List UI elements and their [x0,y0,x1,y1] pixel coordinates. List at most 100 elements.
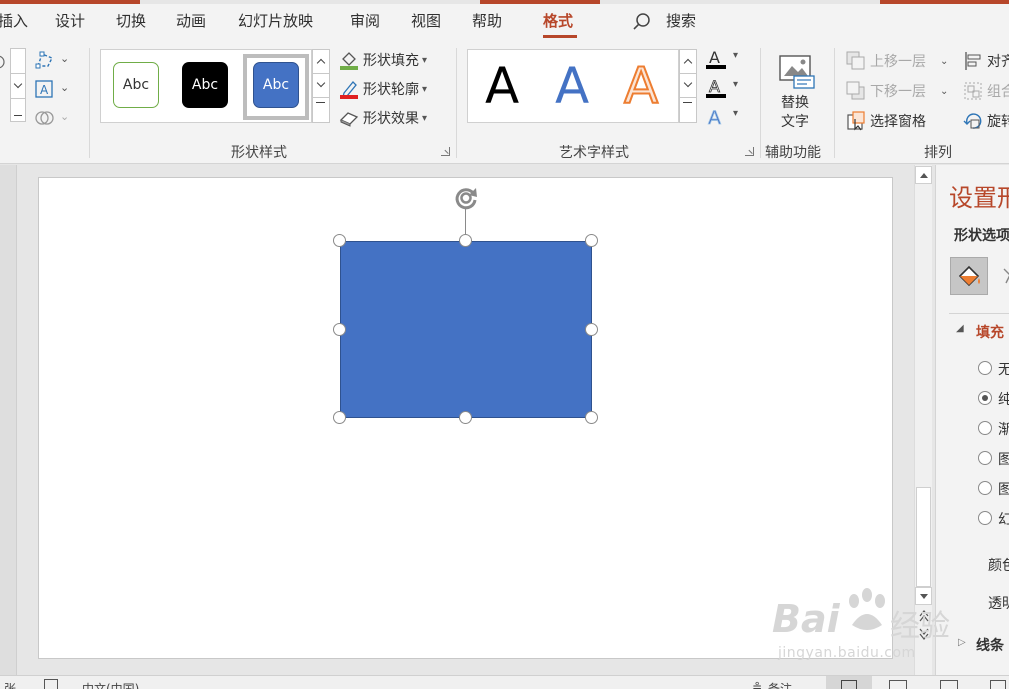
fill-option-radio[interactable] [978,481,992,495]
watermark-brand: Bai [772,597,840,641]
text-effects-button[interactable]: A ▾ [704,106,744,130]
shape-gallery-scroller[interactable] [10,48,26,122]
tab-slideshow[interactable]: 幻灯片放映 [238,10,313,31]
svg-text:A: A [709,77,720,96]
section-fill-header[interactable]: 填充 [976,322,1004,342]
wordart-preset-black[interactable]: A [485,56,519,116]
shape-fill-button[interactable]: 形状填充 ▾ [338,50,427,70]
alt-text-button[interactable]: 替换 文字 [772,50,820,132]
dialog-launcher-icon[interactable] [441,147,450,156]
scroll-up-button[interactable] [313,50,329,74]
send-backward-button[interactable]: 下移一层 ⌄ [846,81,948,101]
watermark-url: jingyan.baidu.com [778,645,916,661]
selection-pane-button[interactable]: 选择窗格 [846,111,926,131]
fill-line-tab-button[interactable] [950,257,988,295]
fill-option-radio[interactable] [978,451,992,465]
search-icon[interactable] [632,12,652,32]
chevron-down-icon[interactable]: ⌄ [60,52,69,65]
selected-rectangle-shape[interactable] [340,241,592,418]
alt-text-label-line1: 替换 [781,95,809,111]
language-indicator[interactable]: 中文(中国) [82,680,139,689]
scroll-down-button[interactable] [680,74,696,98]
wordart-preset-blue[interactable]: A [555,56,589,116]
fill-option-radio[interactable] [978,361,992,375]
edit-shape-icon[interactable] [34,50,56,70]
paw-icon [844,587,890,637]
resize-handle-top-right[interactable] [585,234,598,247]
fill-option-label: 纯 [998,389,1009,409]
group-label-accessibility: 辅助功能 [765,145,821,161]
shape-styles-gallery: Abc Abc Abc [100,49,312,123]
scrollbar-thumb[interactable] [916,487,931,587]
top-accent-left [0,0,140,4]
tab-insert[interactable]: 插入 [0,10,28,31]
resize-handle-bottom-left[interactable] [333,411,346,424]
section-line-header[interactable]: 线条 [976,635,1004,655]
text-box-icon[interactable]: A [34,79,56,99]
shape-outline-button[interactable]: 形状轮廓 ▾ [338,79,427,99]
pane-tab-shape-options[interactable]: 形状选项 [954,225,1009,245]
resize-handle-left[interactable] [333,323,346,336]
tab-format[interactable]: 格式 [543,10,573,31]
more-styles-button[interactable] [313,98,329,122]
chevron-down-icon: ▾ [733,108,739,119]
text-fill-button[interactable]: A ▾ [704,48,744,70]
tab-help[interactable]: 帮助 [472,10,502,31]
collapse-triangle-icon[interactable]: ◢ [956,323,964,334]
reading-view-icon[interactable] [940,680,958,689]
group-separator [89,48,90,158]
normal-view-button[interactable] [826,676,872,689]
resize-handle-bottom[interactable] [459,411,472,424]
group-button[interactable]: 组合 [963,81,1009,101]
shape-style-preset-selected[interactable]: Abc [243,54,309,120]
slideshow-icon[interactable] [990,680,1006,689]
resize-handle-top[interactable] [459,234,472,247]
tab-design[interactable]: 设计 [55,10,85,31]
wordart-preset-orange[interactable]: A [623,56,659,116]
resize-handle-right[interactable] [585,323,598,336]
rotate-handle-icon[interactable] [452,184,482,212]
chevron-down-icon: ⌄ [940,55,949,67]
shape-style-preset[interactable]: Abc [182,62,228,108]
merge-shapes-icon[interactable] [34,108,56,128]
shape-outline-label: 形状轮廓 [363,82,419,98]
notes-button[interactable]: 备注 [768,680,792,689]
slide-sorter-icon[interactable] [889,680,907,689]
dialog-launcher-icon[interactable] [745,147,754,156]
group-label-wordart: 艺术字样式 [559,145,629,161]
chevron-up-icon [683,58,693,68]
rotate-button[interactable]: 旋转 [963,111,1009,131]
shape-effects-button[interactable]: 形状效果 ▾ [338,108,427,128]
tab-view[interactable]: 视图 [411,10,441,31]
fill-option-radio[interactable] [978,421,992,435]
thumbnail-pane-edge [0,165,17,675]
effects-tab-icon[interactable] [1002,265,1009,289]
more-wordart-button[interactable] [680,98,696,122]
fill-option-radio-selected[interactable] [978,391,992,405]
tab-animations[interactable]: 动画 [176,10,206,31]
fill-option-radio[interactable] [978,511,992,525]
chevron-down-icon[interactable]: ⌄ [60,81,69,94]
bring-forward-label: 上移一层 [870,54,926,70]
resize-handle-top-left[interactable] [333,234,346,247]
bring-forward-button[interactable]: 上移一层 ⌄ [846,51,948,71]
shape-style-preset[interactable]: Abc [113,62,159,108]
resize-handle-bottom-right[interactable] [585,411,598,424]
text-outline-button[interactable]: A ▾ [704,77,744,99]
alt-text-icon [779,55,815,89]
chevron-down-icon [13,79,23,89]
tab-transitions[interactable]: 切换 [116,10,146,31]
notes-icon[interactable]: ≗ [752,680,762,689]
search-label[interactable]: 搜索 [666,10,696,31]
align-button[interactable]: 对齐 [963,51,1009,71]
scroll-up-button[interactable] [915,166,932,184]
group-label-shape-styles: 形状样式 [231,145,287,161]
slide-info: 张 [4,682,17,689]
shape-oval-icon[interactable] [0,52,10,72]
scroll-up-button[interactable] [680,50,696,74]
tab-review[interactable]: 审阅 [350,10,380,31]
chevron-down-icon[interactable]: ⌄ [60,110,69,123]
spellcheck-icon[interactable] [44,679,58,689]
scroll-down-button[interactable] [313,74,329,98]
fill-option-label: 渐 [998,419,1009,439]
